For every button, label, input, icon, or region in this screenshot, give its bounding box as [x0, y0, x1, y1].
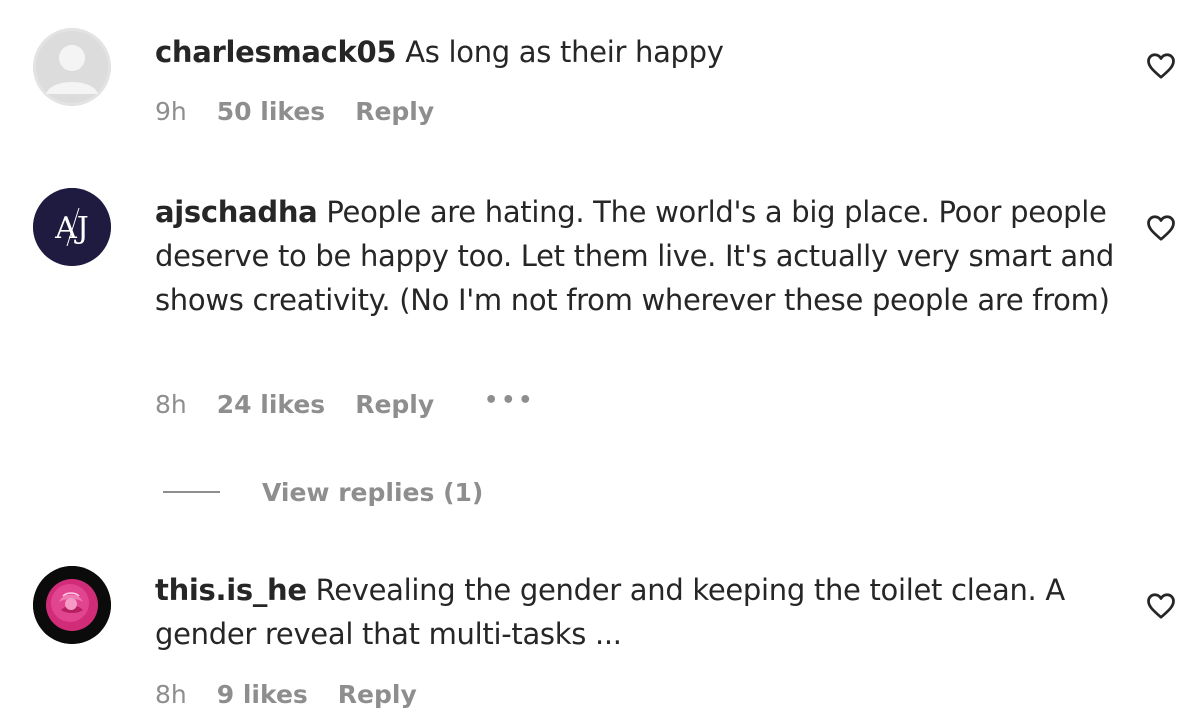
comment-time[interactable]: 9h — [155, 92, 187, 132]
comment-username[interactable]: charlesmack05 — [155, 35, 397, 69]
comment-body: As long as their happy — [405, 35, 724, 69]
avatar[interactable]: AJ — [33, 188, 111, 266]
comment-item: charlesmack05 As long as their happy 9h … — [0, 0, 1200, 160]
avatar[interactable] — [33, 28, 111, 106]
default-profile-icon — [33, 28, 111, 106]
view-replies-label: View replies (1) — [262, 477, 484, 507]
comment-time[interactable]: 8h — [155, 675, 187, 715]
comment-likes[interactable]: 9 likes — [217, 675, 308, 715]
rose-photo-icon — [33, 566, 111, 644]
heart-icon[interactable] — [1146, 214, 1176, 242]
reply-button[interactable]: Reply — [338, 675, 417, 715]
comment-meta: 8h 24 likes Reply ••• — [155, 385, 565, 425]
reply-button[interactable]: Reply — [355, 385, 434, 425]
heart-icon[interactable] — [1146, 52, 1176, 80]
view-replies-button[interactable]: View replies (1) — [163, 470, 483, 514]
comment-text: ajschadha People are hating. The world's… — [155, 190, 1115, 322]
avatar[interactable] — [33, 566, 111, 644]
comment-time[interactable]: 8h — [155, 385, 187, 425]
comment-username[interactable]: this.is_he — [155, 573, 307, 607]
comment-item: AJ ajschadha People are hating. The worl… — [0, 160, 1200, 460]
comment-item: this.is_he Revealing the gender and keep… — [0, 540, 1200, 716]
comment-likes[interactable]: 50 likes — [217, 92, 325, 132]
heart-icon[interactable] — [1146, 592, 1176, 620]
avatar-initials: AJ — [54, 211, 89, 246]
comment-meta: 9h 50 likes Reply — [155, 92, 464, 132]
divider-line — [163, 491, 220, 493]
comment-likes[interactable]: 24 likes — [217, 385, 325, 425]
monogram-logo-icon: AJ — [33, 188, 111, 266]
comment-text: charlesmack05 As long as their happy — [155, 30, 1115, 74]
more-options-icon[interactable]: ••• — [484, 381, 535, 421]
comment-text: this.is_he Revealing the gender and keep… — [155, 568, 1105, 656]
comment-meta: 8h 9 likes Reply — [155, 675, 447, 715]
reply-button[interactable]: Reply — [355, 92, 434, 132]
comment-username[interactable]: ajschadha — [155, 195, 318, 229]
